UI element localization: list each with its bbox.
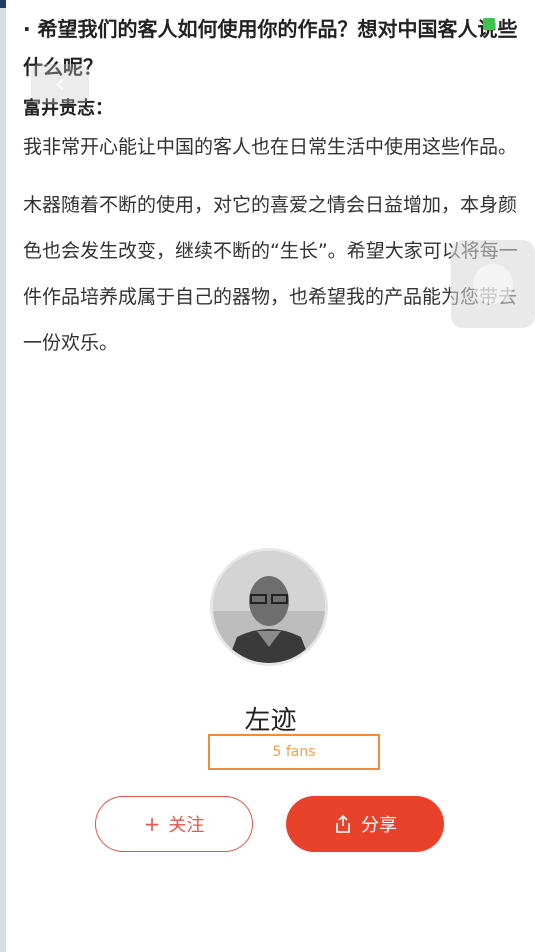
- status-indicator: [483, 18, 495, 30]
- interview-question: · 希望我们的客人如何使用你的作品？想对中国客人说些什么呢？: [23, 17, 518, 79]
- answer-paragraph-1: 我非常开心能让中国的客人也在日常生活中使用这些作品。: [23, 136, 518, 158]
- floating-action-button[interactable]: [451, 240, 535, 328]
- chevron-left-icon: ‹: [54, 69, 66, 99]
- follow-button[interactable]: + 关注: [95, 796, 253, 852]
- share-icon: [336, 814, 350, 833]
- share-button[interactable]: 分享: [286, 796, 444, 852]
- article-body: · 希望我们的客人如何使用你的作品？想对中国客人说些什么呢？ 富井贵志： 我非常…: [23, 10, 523, 366]
- back-button[interactable]: ‹: [31, 64, 89, 104]
- avatar[interactable]: [210, 548, 328, 666]
- answer-paragraph-2: 木器随着不断的使用，对它的喜爱之情会日益增加，本身颜色也会发生改变，继续不断的“…: [23, 194, 518, 354]
- share-label: 分享: [361, 815, 397, 836]
- fans-count: 5 fans: [208, 734, 380, 770]
- avatar-portrait: [213, 551, 325, 663]
- speaker-name: 富井贵志：: [23, 98, 113, 119]
- author-name: 左迹: [244, 706, 297, 736]
- floating-button-dot: [473, 264, 513, 304]
- follow-label: 关注: [168, 815, 205, 836]
- mobile-article-view: · 希望我们的客人如何使用你的作品？想对中国客人说些什么呢？ 富井贵志： 我非常…: [6, 0, 535, 952]
- plus-icon: +: [143, 812, 161, 836]
